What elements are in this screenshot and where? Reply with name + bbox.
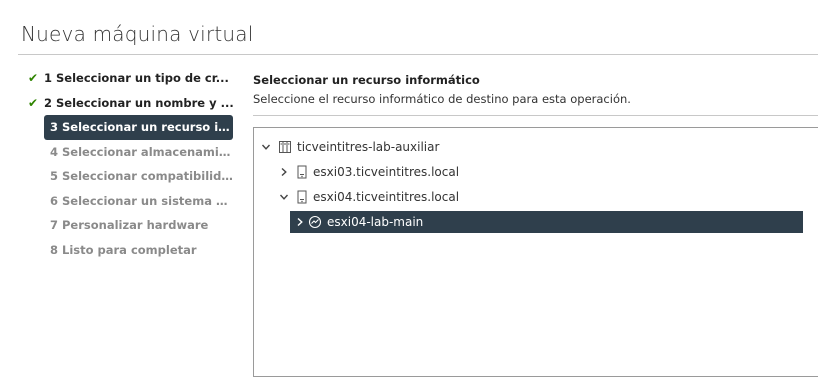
step-label: 7 Personalizar hardware: [50, 218, 209, 233]
resource-pool-icon: [308, 215, 322, 229]
tree-node-host-esxi03[interactable]: esxi03.ticveintitres.local: [278, 161, 459, 183]
tree-node-label: esxi03.ticveintitres.local: [313, 165, 460, 179]
content-description: Seleccione el recurso informático de des…: [253, 92, 631, 106]
step-7: 7 Personalizar hardware: [26, 213, 234, 238]
step-label: 6 Seleccionar un sistema o...: [50, 193, 234, 208]
tree-node-host-esxi04[interactable]: esxi04.ticveintitres.local: [278, 186, 459, 208]
chevron-down-icon[interactable]: [260, 142, 272, 152]
tree-node-label: ticveintitres-lab-auxiliar: [297, 140, 440, 154]
step-label: 2 Seleccionar un nombre y ...: [44, 95, 234, 110]
title-divider: [18, 54, 818, 55]
step-label: 1 Seleccionar un tipo de cr...: [44, 71, 229, 86]
chevron-right-icon[interactable]: [278, 167, 290, 177]
step-label: 8 Listo para completar: [50, 242, 197, 257]
step-8: 8 Listo para completar: [26, 238, 234, 263]
step-label: 3 Seleccionar un recurso in...: [50, 120, 233, 135]
host-icon: [296, 190, 308, 204]
datacenter-icon: [278, 140, 292, 154]
step-5: 5 Seleccionar compatibilid...: [26, 164, 234, 189]
wizard-steps: ✔ 1 Seleccionar un tipo de cr... ✔ 2 Sel…: [26, 66, 234, 262]
check-icon: ✔: [27, 71, 39, 86]
compute-resource-tree: ticveintitres-lab-auxiliar esxi03.ticvei…: [253, 127, 818, 377]
step-label: 4 Seleccionar almacenamie...: [50, 144, 234, 159]
tree-node-datacenter[interactable]: ticveintitres-lab-auxiliar: [260, 136, 439, 158]
step-label: 5 Seleccionar compatibilid...: [50, 169, 234, 184]
content-header: Seleccionar un recurso informático Selec…: [253, 73, 631, 106]
tree-node-label: esxi04-lab-main: [327, 215, 424, 229]
content-heading: Seleccionar un recurso informático: [253, 73, 480, 87]
chevron-down-icon[interactable]: [278, 192, 290, 202]
step-2[interactable]: ✔ 2 Seleccionar un nombre y ...: [26, 91, 234, 116]
step-3[interactable]: 3 Seleccionar un recurso in...: [44, 115, 233, 140]
step-1[interactable]: ✔ 1 Seleccionar un tipo de cr...: [26, 66, 234, 91]
content-divider: [253, 115, 818, 116]
tree-node-label: esxi04.ticveintitres.local: [313, 190, 460, 204]
step-4: 4 Seleccionar almacenamie...: [26, 140, 234, 165]
chevron-right-icon[interactable]: [294, 217, 306, 227]
step-6: 6 Seleccionar un sistema o...: [26, 189, 234, 214]
tree-node-resource-pool[interactable]: esxi04-lab-main: [290, 211, 803, 233]
wizard-title: Nueva máquina virtual: [21, 22, 254, 46]
check-icon: ✔: [27, 95, 39, 110]
host-icon: [296, 165, 308, 179]
